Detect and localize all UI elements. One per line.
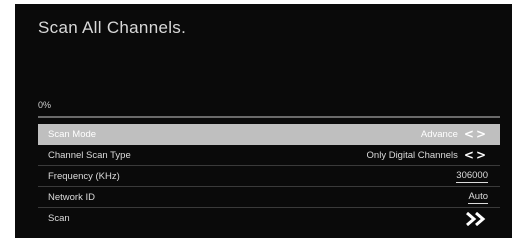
menu-item-network-id[interactable]: Network ID Auto [38,187,500,208]
menu-item-value-wrap: Only Digital Channels <> [367,148,488,162]
menu-item-scan-mode[interactable]: Scan Mode Advance <> [38,124,500,145]
double-chevron-right-icon[interactable] [466,211,488,226]
menu-item-value-wrap: Advance <> [421,127,488,141]
menu-item-label: Network ID [48,191,95,203]
left-right-arrows-icon[interactable]: <> [464,127,488,141]
menu-item-frequency[interactable]: Frequency (KHz) 306000 [38,166,500,187]
menu-item-label: Scan Mode [48,128,97,140]
menu-item-label: Channel Scan Type [48,149,131,161]
progress-bar [38,116,500,118]
menu-item-scan[interactable]: Scan [38,208,500,229]
scan-mode-value: Advance [420,128,458,140]
channel-scan-type-value: Only Digital Channels [366,149,458,161]
scan-settings-menu: Scan Mode Advance <> Channel Scan Type O… [38,124,500,229]
page-title: Scan All Channels. [38,18,187,37]
menu-item-label: Frequency (KHz) [48,170,120,182]
left-right-arrows-icon[interactable]: <> [464,148,488,162]
menu-item-channel-scan-type[interactable]: Channel Scan Type Only Digital Channels … [38,145,500,166]
network-id-field[interactable]: Auto [468,191,488,204]
tv-screen: Scan All Channels. 0% Scan Mode Advance … [15,4,512,238]
menu-item-label: Scan [48,213,70,224]
progress-percent: 0% [38,100,52,110]
frequency-field[interactable]: 306000 [456,170,488,183]
